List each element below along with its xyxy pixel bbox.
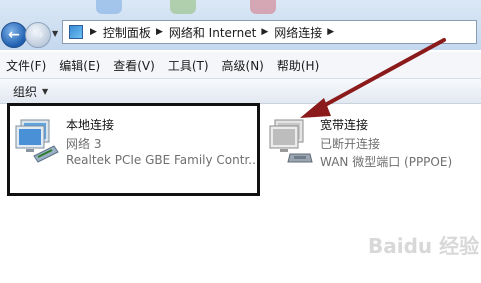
address-bar: ← → ▼ ▶ 控制面板 ▶ 网络和 Internet ▶ 网络连接 ▶ [0,0,481,50]
watermark: Baidu 经验 [368,230,479,259]
menu-tools[interactable]: 工具(T) [168,57,209,74]
selection-highlight [7,103,260,196]
menu-bar: 文件(F) 编辑(E) 查看(V) 工具(T) 高级(N) 帮助(H) [0,52,481,79]
chevron-down-icon[interactable]: ▼ [42,87,48,96]
breadcrumb-network-internet[interactable]: 网络和 Internet [169,24,256,41]
blurred-toolbar-icon [250,0,276,14]
broadband-connection-item[interactable]: 宽带连接 已断开连接 WAN 微型端口 (PPPOE) [266,108,478,192]
command-bar: 组织 ▼ [0,79,481,104]
breadcrumb-separator[interactable]: ▶ [261,27,268,37]
menu-file[interactable]: 文件(F) [6,57,46,74]
breadcrumb-separator[interactable]: ▶ [90,27,97,37]
menu-view[interactable]: 查看(V) [113,57,155,74]
menu-advanced[interactable]: 高级(N) [222,57,264,74]
control-panel-icon [69,25,83,39]
menu-edit[interactable]: 编辑(E) [59,57,100,74]
breadcrumb-control-panel[interactable]: 控制面板 [103,24,151,41]
breadcrumb-separator[interactable]: ▶ [156,27,163,37]
menu-help[interactable]: 帮助(H) [277,57,319,74]
organize-button[interactable]: 组织 [13,83,37,100]
blurred-toolbar-icon [96,0,122,14]
forward-button[interactable]: → [25,22,51,48]
broadband-icon [268,116,316,166]
breadcrumb-network-connections[interactable]: 网络连接 [274,24,322,41]
history-dropdown-icon[interactable]: ▼ [52,29,58,38]
connection-device: WAN 微型端口 (PPPOE) [320,153,452,170]
blurred-toolbar-icon [170,0,196,14]
connection-status: 已断开连接 [320,135,380,152]
breadcrumb[interactable]: ▶ 控制面板 ▶ 网络和 Internet ▶ 网络连接 ▶ [62,20,477,44]
back-button[interactable]: ← [1,22,27,48]
connection-name: 宽带连接 [320,116,368,133]
breadcrumb-separator[interactable]: ▶ [327,27,334,37]
